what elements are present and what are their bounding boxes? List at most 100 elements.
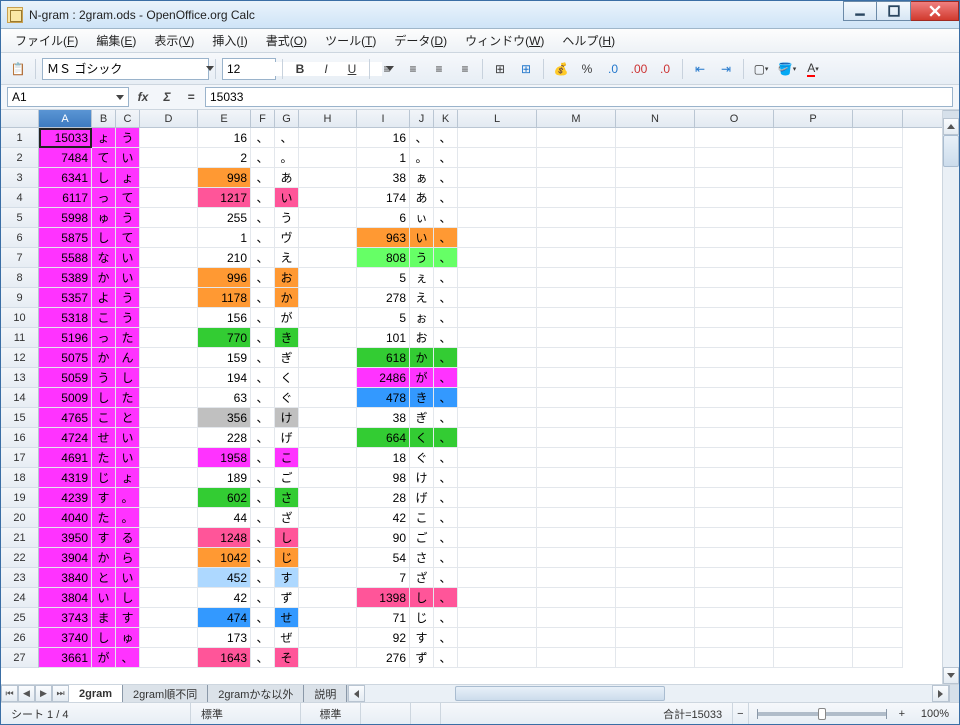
styles-dropdown-icon[interactable]: 📋 <box>7 58 29 80</box>
cell[interactable]: 、 <box>434 128 458 148</box>
cell[interactable]: 、 <box>251 588 275 608</box>
cell[interactable]: 、 <box>434 588 458 608</box>
cell[interactable]: 356 <box>198 408 251 428</box>
row-header[interactable]: 13 <box>1 368 39 388</box>
cell[interactable]: 1643 <box>198 648 251 668</box>
cell[interactable] <box>695 428 774 448</box>
cell[interactable]: ぐ <box>275 388 299 408</box>
cell[interactable] <box>695 408 774 428</box>
cell[interactable] <box>695 508 774 528</box>
cell[interactable] <box>853 388 903 408</box>
row-header[interactable]: 25 <box>1 608 39 628</box>
cell[interactable] <box>299 468 357 488</box>
split-handle[interactable] <box>949 685 959 702</box>
cell[interactable]: て <box>116 188 140 208</box>
cell[interactable] <box>774 568 853 588</box>
cell[interactable]: じ <box>275 548 299 568</box>
row-header[interactable]: 11 <box>1 328 39 348</box>
row-header[interactable]: 17 <box>1 448 39 468</box>
cell[interactable] <box>140 288 198 308</box>
cell[interactable] <box>299 588 357 608</box>
cell[interactable]: 、 <box>434 388 458 408</box>
cell[interactable] <box>458 588 537 608</box>
horizontal-scrollbar[interactable] <box>347 685 959 702</box>
cell[interactable]: 664 <box>357 428 410 448</box>
sum-display[interactable]: 合計=15033 <box>441 703 733 724</box>
row-header[interactable]: 27 <box>1 648 39 668</box>
cell[interactable] <box>695 548 774 568</box>
cell[interactable]: 4040 <box>39 508 92 528</box>
cell[interactable]: え <box>410 288 434 308</box>
cell[interactable] <box>695 648 774 668</box>
menu-挿入[interactable]: 挿入(I) <box>204 30 255 51</box>
cell[interactable]: 、 <box>251 328 275 348</box>
row-header[interactable]: 15 <box>1 408 39 428</box>
cell[interactable] <box>537 328 616 348</box>
cell[interactable] <box>140 408 198 428</box>
cell[interactable] <box>458 368 537 388</box>
cell[interactable] <box>774 408 853 428</box>
cell[interactable]: ら <box>116 548 140 568</box>
cell[interactable] <box>774 508 853 528</box>
scroll-thumb[interactable] <box>943 135 959 167</box>
page-style[interactable]: 標準 <box>191 703 301 724</box>
cell[interactable]: げ <box>410 488 434 508</box>
column-header[interactable] <box>853 110 903 127</box>
cell[interactable]: 2 <box>198 148 251 168</box>
row-header[interactable]: 18 <box>1 468 39 488</box>
cell[interactable]: 4724 <box>39 428 92 448</box>
cell[interactable]: 、 <box>434 228 458 248</box>
underline-button[interactable]: U <box>341 58 363 80</box>
cell[interactable]: き <box>275 328 299 348</box>
cell[interactable] <box>616 648 695 668</box>
cell[interactable]: っ <box>92 188 116 208</box>
cell[interactable] <box>140 648 198 668</box>
row-header[interactable]: 9 <box>1 288 39 308</box>
cell[interactable] <box>299 248 357 268</box>
cell[interactable]: 、 <box>251 148 275 168</box>
cell[interactable]: ざ <box>275 508 299 528</box>
cell[interactable] <box>853 148 903 168</box>
cell[interactable]: た <box>92 508 116 528</box>
cell[interactable] <box>458 208 537 228</box>
cell[interactable]: 、 <box>251 308 275 328</box>
cell[interactable]: 、 <box>251 608 275 628</box>
column-header-K[interactable]: K <box>434 110 458 127</box>
cell[interactable] <box>853 288 903 308</box>
cell[interactable] <box>695 528 774 548</box>
cell[interactable]: こ <box>275 448 299 468</box>
cell[interactable] <box>299 528 357 548</box>
cell[interactable]: 63 <box>198 388 251 408</box>
font-color-button[interactable]: A▾ <box>802 58 824 80</box>
cell[interactable] <box>616 528 695 548</box>
cell[interactable]: 3904 <box>39 548 92 568</box>
cell[interactable] <box>140 268 198 288</box>
cell[interactable]: い <box>92 588 116 608</box>
cell[interactable]: よ <box>92 288 116 308</box>
tab-first-button[interactable]: ⏮ <box>1 685 18 702</box>
cell[interactable]: う <box>92 368 116 388</box>
cell[interactable] <box>695 348 774 368</box>
cell[interactable] <box>299 368 357 388</box>
cell[interactable]: 452 <box>198 568 251 588</box>
cell[interactable]: 98 <box>357 468 410 488</box>
cell[interactable] <box>616 148 695 168</box>
column-header-E[interactable]: E <box>198 110 251 127</box>
cell[interactable] <box>458 528 537 548</box>
cell[interactable]: 210 <box>198 248 251 268</box>
cell[interactable]: う <box>410 248 434 268</box>
cell[interactable] <box>616 308 695 328</box>
row-header[interactable]: 5 <box>1 208 39 228</box>
cell[interactable] <box>140 488 198 508</box>
cell[interactable] <box>774 368 853 388</box>
cell[interactable] <box>458 628 537 648</box>
cell[interactable]: 159 <box>198 348 251 368</box>
cell[interactable] <box>853 348 903 368</box>
scroll-left-button[interactable] <box>348 685 365 702</box>
cell[interactable]: し <box>92 628 116 648</box>
row-header[interactable]: 4 <box>1 188 39 208</box>
cell[interactable]: ず <box>410 648 434 668</box>
cell[interactable] <box>695 468 774 488</box>
close-button[interactable] <box>911 1 959 21</box>
cell[interactable] <box>853 588 903 608</box>
